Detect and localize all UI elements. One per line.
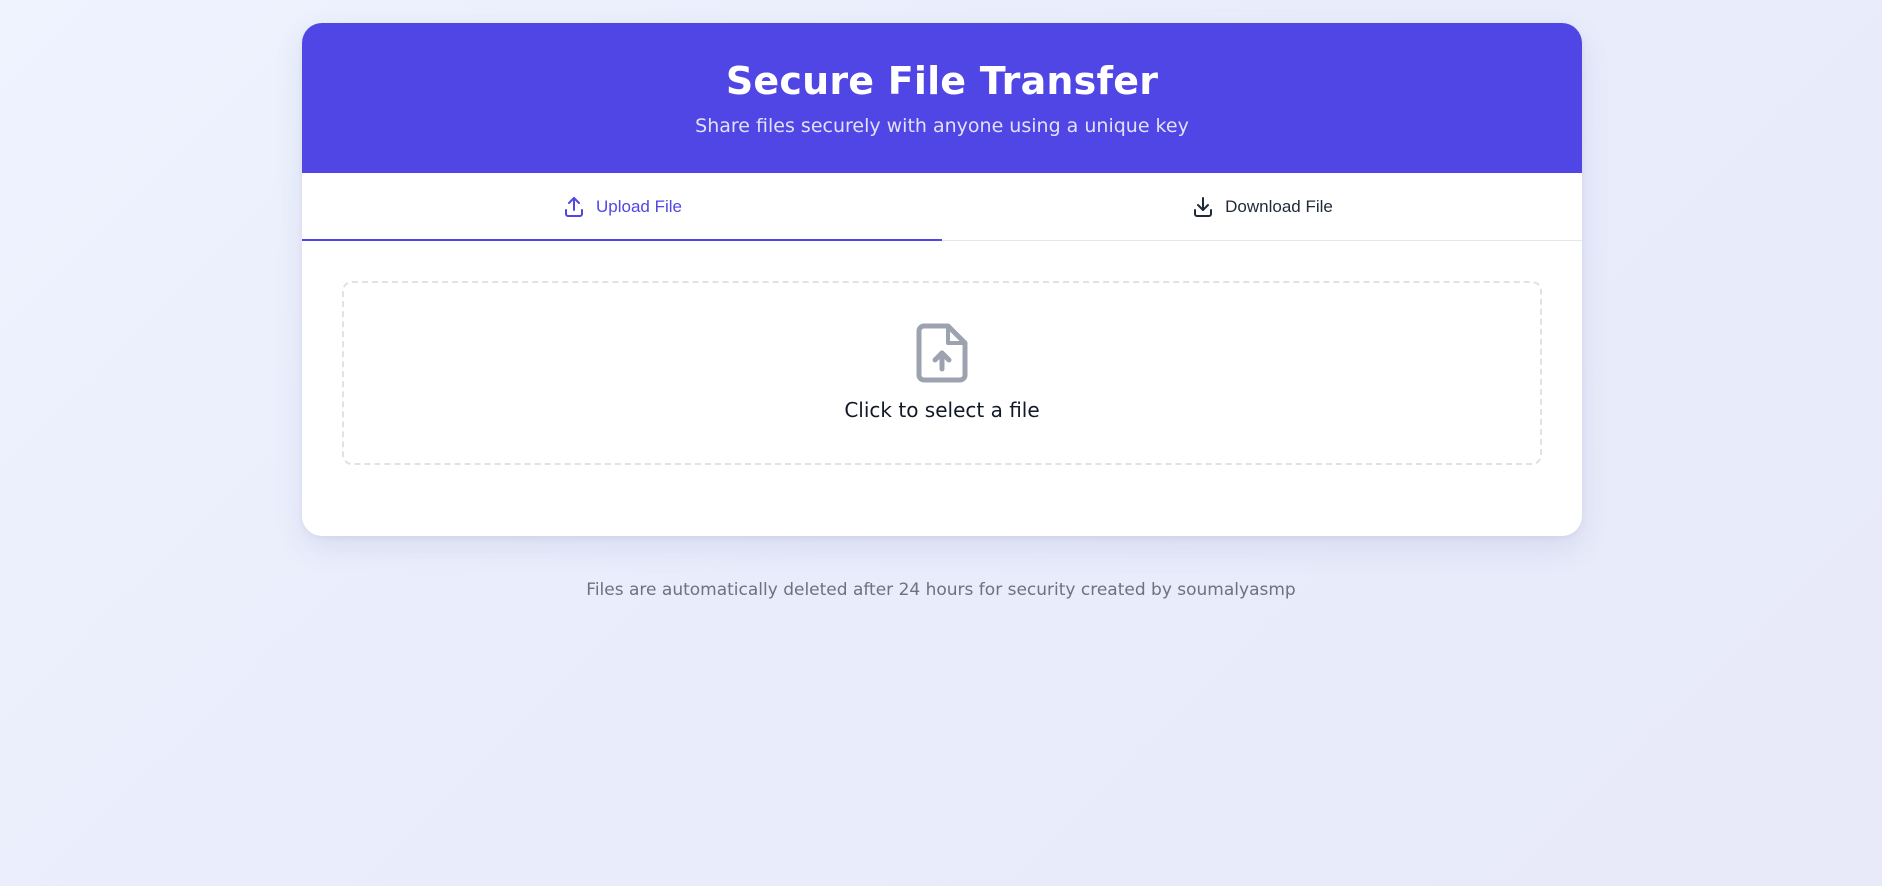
- tab-download-file[interactable]: Download File: [942, 173, 1582, 240]
- file-dropzone[interactable]: Click to select a file: [342, 281, 1542, 465]
- card-header: Secure File Transfer Share files securel…: [302, 23, 1582, 173]
- dropzone-label: Click to select a file: [844, 398, 1040, 422]
- footer-note: Files are automatically deleted after 24…: [586, 580, 1296, 600]
- tab-upload-label: Upload File: [596, 196, 682, 216]
- file-transfer-card: Secure File Transfer Share files securel…: [302, 23, 1582, 536]
- upload-icon: [562, 195, 586, 219]
- tab-upload-file[interactable]: Upload File: [302, 173, 942, 241]
- file-upload-icon: [916, 323, 968, 383]
- page-subtitle: Share files securely with anyone using a…: [695, 115, 1189, 137]
- download-icon: [1191, 195, 1215, 219]
- page-title: Secure File Transfer: [725, 59, 1159, 103]
- tab-download-label: Download File: [1225, 196, 1333, 216]
- tab-bar: Upload File Download File: [302, 173, 1582, 241]
